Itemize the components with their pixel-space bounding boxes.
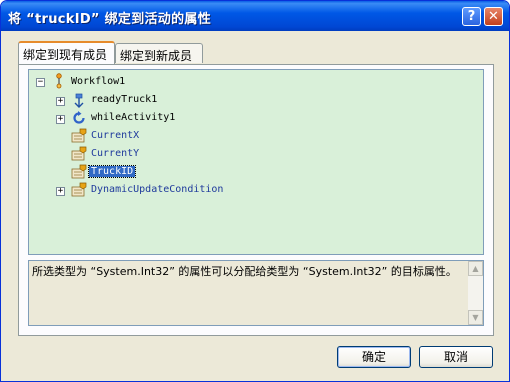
property-icon xyxy=(71,164,87,179)
tree-node[interactable]: CurrentY xyxy=(89,146,141,162)
description-scrollbar[interactable]: ▲ ▼ xyxy=(468,261,483,325)
description-box[interactable]: 所选类型为 “System.Int32” 的属性可以分配给类型为 “System… xyxy=(28,260,484,326)
tab-bind-new-member[interactable]: 绑定到新成员 xyxy=(115,43,203,63)
help-button[interactable]: ? xyxy=(462,7,481,26)
activity-icon xyxy=(74,93,84,108)
title-bar[interactable]: 将 “truckID” 绑定到活动的属性 ? ✕ xyxy=(1,1,509,31)
collapse-toggle[interactable]: − xyxy=(36,78,45,87)
workflow-icon xyxy=(56,73,62,89)
property-icon xyxy=(71,128,87,143)
tree-node-root[interactable]: Workflow1 xyxy=(69,74,127,90)
while-loop-icon xyxy=(73,111,85,124)
description-text: 所选类型为 “System.Int32” 的属性可以分配给类型为 “System… xyxy=(32,265,457,278)
member-tree[interactable]: − Workflow1 + readyTruck1 + whileActivit… xyxy=(28,69,484,255)
expand-toggle[interactable]: + xyxy=(56,97,65,106)
ok-button[interactable]: 确定 xyxy=(337,346,411,368)
property-icon xyxy=(71,182,87,197)
tree-node[interactable]: CurrentX xyxy=(89,128,141,144)
close-button[interactable]: ✕ xyxy=(484,7,503,26)
property-icon xyxy=(71,146,87,161)
tree-node[interactable]: DynamicUpdateCondition xyxy=(89,182,225,198)
tree-node[interactable]: whileActivity1 xyxy=(89,110,177,126)
window-title: 将 “truckID” 绑定到活动的属性 xyxy=(8,12,211,27)
expand-toggle[interactable]: + xyxy=(56,115,65,124)
tree-node[interactable]: readyTruck1 xyxy=(89,92,159,108)
cancel-button[interactable]: 取消 xyxy=(419,346,493,368)
tree-node-selected[interactable]: TruckID xyxy=(87,164,137,180)
tab-bind-existing-member[interactable]: 绑定到现有成员 xyxy=(18,41,115,64)
dialog-window: 将 “truckID” 绑定到活动的属性 ? ✕ 绑定到现有成员 绑定到新成员 … xyxy=(0,0,510,382)
expand-toggle[interactable]: + xyxy=(56,187,65,196)
scroll-up-icon[interactable]: ▲ xyxy=(468,261,483,276)
scroll-down-icon[interactable]: ▼ xyxy=(468,310,483,325)
